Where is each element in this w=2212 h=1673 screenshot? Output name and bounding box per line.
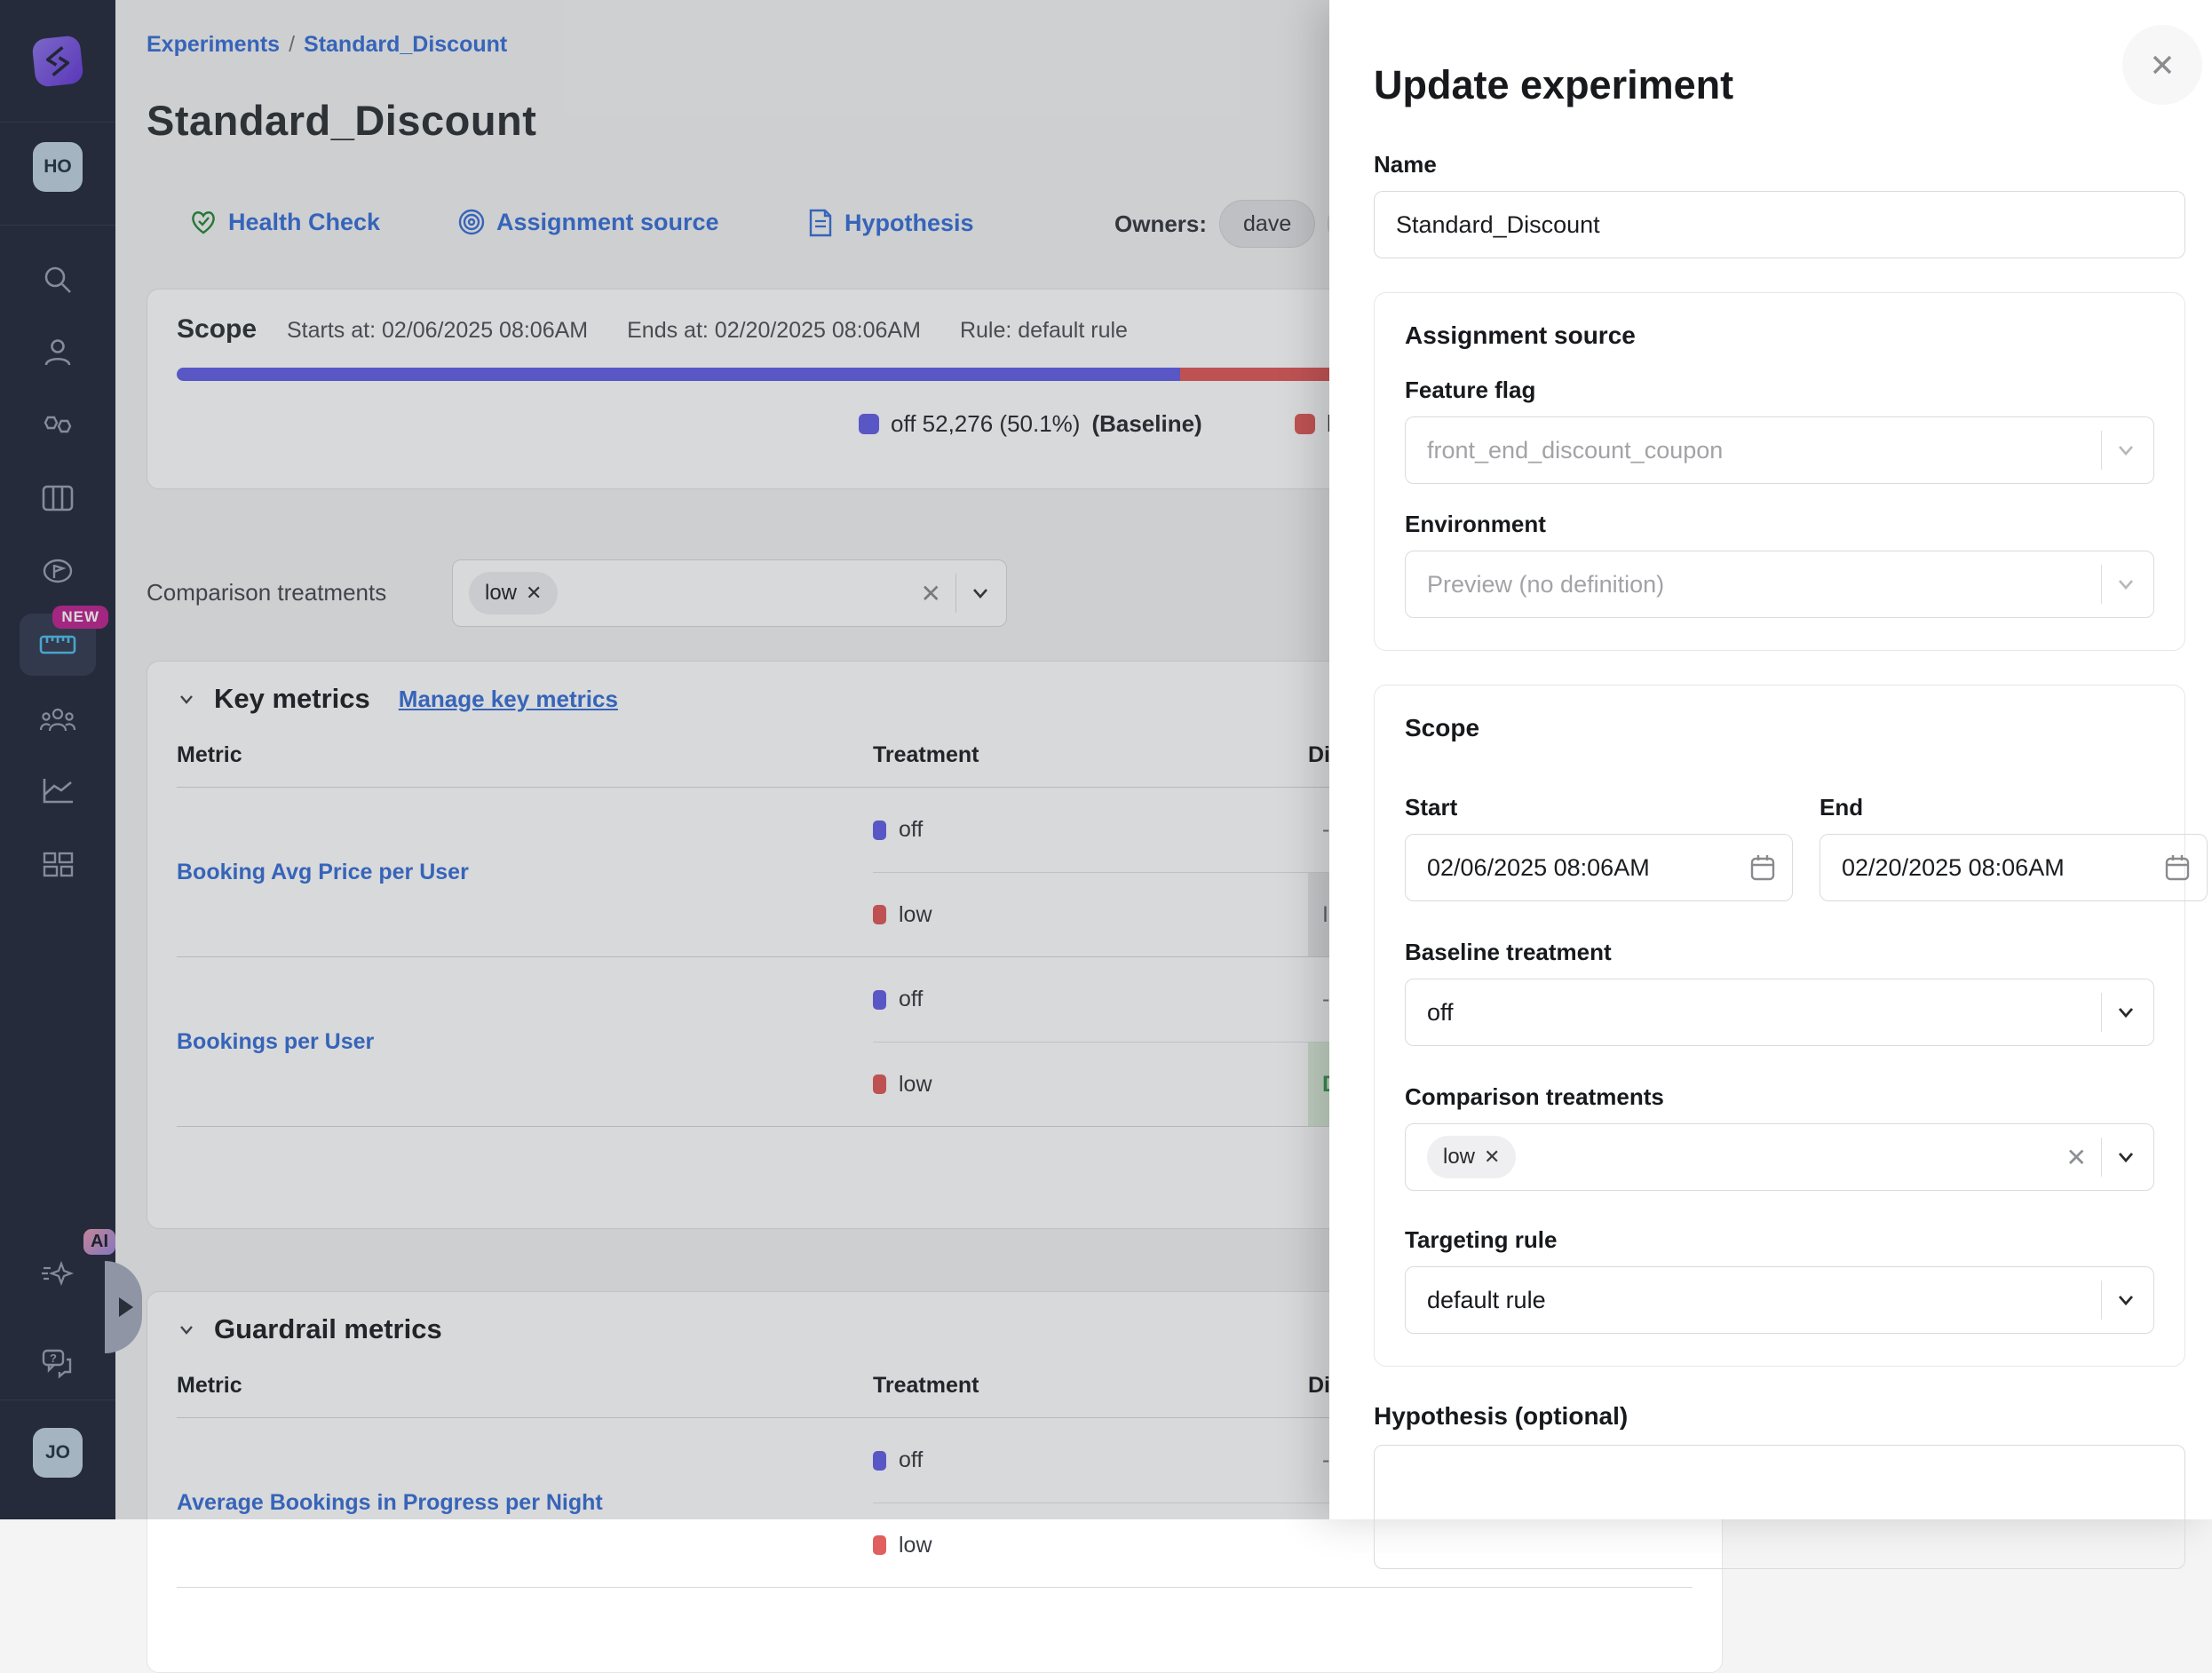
- name-input[interactable]: [1374, 191, 2185, 258]
- start-date-input[interactable]: 02/06/2025 08:06AM: [1405, 834, 1793, 901]
- targeting-rule-select[interactable]: default rule: [1405, 1266, 2154, 1334]
- scope-section-title: Scope: [1405, 714, 2154, 742]
- panel-title: Update experiment: [1374, 62, 2187, 108]
- environment-value: Preview (no definition): [1427, 571, 1664, 599]
- chip-remove-icon[interactable]: ✕: [1484, 1146, 1500, 1169]
- feature-flag-select[interactable]: front_end_discount_coupon: [1405, 416, 2154, 484]
- chevron-down-icon[interactable]: [2116, 1290, 2136, 1310]
- baseline-treatment-select[interactable]: off: [1405, 979, 2154, 1046]
- treatment-name: low: [899, 1533, 932, 1558]
- low-swatch: [873, 1535, 886, 1555]
- divider: [2101, 1281, 2102, 1320]
- chevron-down-icon: [2116, 575, 2136, 594]
- close-icon: [2147, 50, 2177, 80]
- hypothesis-optional-label: Hypothesis (optional): [1374, 1402, 2187, 1431]
- name-label: Name: [1374, 151, 2187, 178]
- calendar-icon[interactable]: [1749, 853, 1776, 882]
- end-date-input[interactable]: 02/20/2025 08:06AM: [1820, 834, 2208, 901]
- update-experiment-panel: Update experiment Name Assignment source…: [1329, 0, 2212, 1519]
- start-label: Start: [1405, 794, 1793, 821]
- divider: [2101, 1138, 2102, 1177]
- assignment-source-section: Assignment source Feature flag front_end…: [1374, 292, 2185, 651]
- hypothesis-textarea[interactable]: [1374, 1445, 2185, 1569]
- baseline-treatment-value: off: [1427, 999, 1454, 1027]
- chevron-down-icon[interactable]: [2116, 1147, 2136, 1167]
- end-date-value: 02/20/2025 08:06AM: [1842, 854, 2065, 882]
- feature-flag-label: Feature flag: [1405, 377, 2154, 404]
- clear-icon[interactable]: ✕: [2066, 1143, 2087, 1172]
- assignment-source-section-title: Assignment source: [1405, 321, 2154, 350]
- treatment-chip[interactable]: low ✕: [1427, 1136, 1516, 1178]
- divider: [2101, 565, 2102, 604]
- targeting-rule-label: Targeting rule: [1405, 1226, 2154, 1254]
- divider: [2101, 431, 2102, 470]
- end-label: End: [1820, 794, 2208, 821]
- environment-select[interactable]: Preview (no definition): [1405, 551, 2154, 618]
- environment-label: Environment: [1405, 511, 2154, 538]
- calendar-icon[interactable]: [2164, 853, 2191, 882]
- scope-section: Scope Start 02/06/2025 08:06AM End 0: [1374, 685, 2185, 1367]
- baseline-treatment-label: Baseline treatment: [1405, 939, 2154, 966]
- chevron-down-icon: [2116, 440, 2136, 460]
- feature-flag-value: front_end_discount_coupon: [1427, 437, 1723, 464]
- close-button[interactable]: [2122, 25, 2202, 105]
- divider: [2101, 993, 2102, 1032]
- chevron-down-icon[interactable]: [2116, 1003, 2136, 1022]
- comparison-treatments-label: Comparison treatments: [1405, 1083, 2154, 1111]
- start-date-value: 02/06/2025 08:06AM: [1427, 854, 1650, 882]
- chip-label: low: [1443, 1145, 1475, 1170]
- comparison-treatments-select[interactable]: low ✕ ✕: [1405, 1123, 2154, 1191]
- targeting-rule-value: default rule: [1427, 1287, 1546, 1314]
